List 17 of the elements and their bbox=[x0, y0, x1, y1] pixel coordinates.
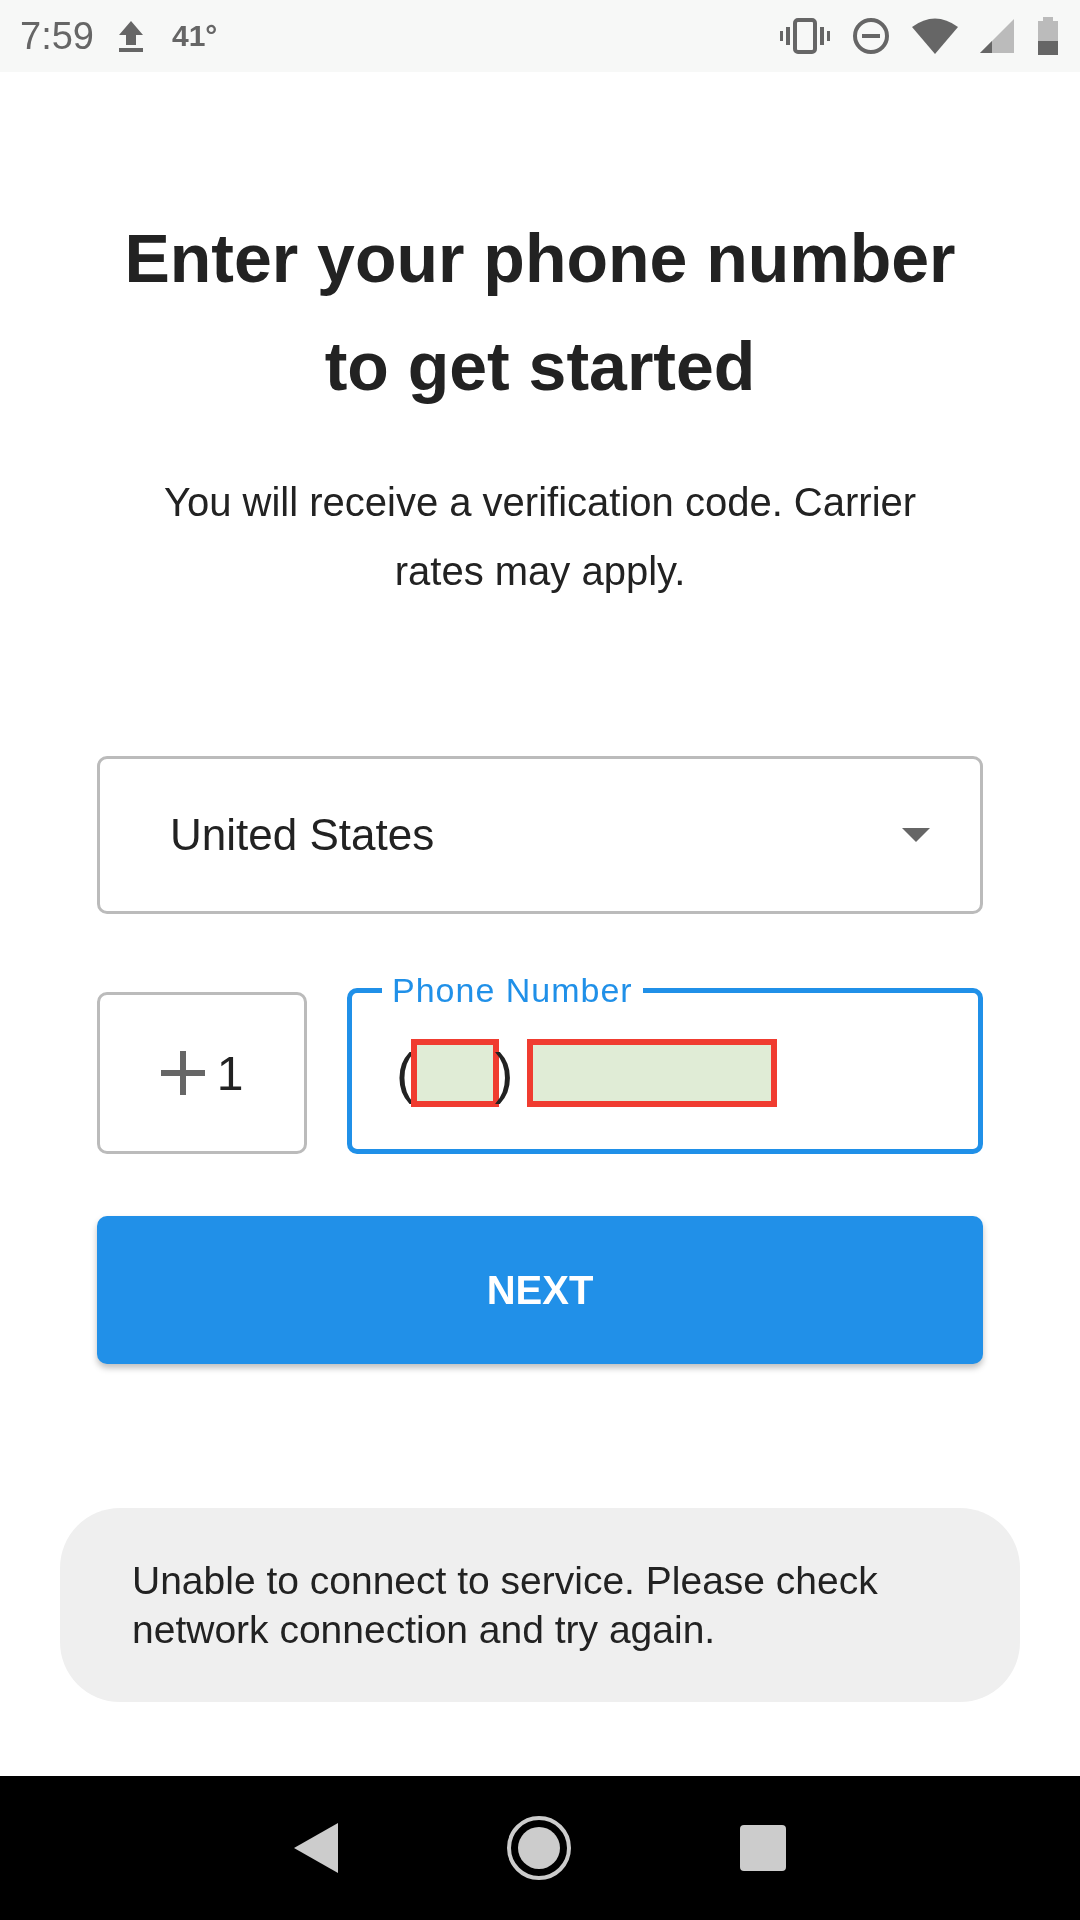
country-dropdown[interactable]: United States bbox=[97, 756, 983, 914]
subtitle: You will receive a verification code. Carrier rates may apply. bbox=[162, 479, 918, 595]
field-label: Phone Number bbox=[391, 970, 634, 1010]
battery-icon bbox=[1036, 17, 1060, 55]
vibrate-icon bbox=[780, 18, 830, 54]
dropdown-caret-icon bbox=[902, 828, 930, 842]
do-not-disturb-icon bbox=[852, 17, 890, 55]
back-icon[interactable] bbox=[294, 1823, 338, 1873]
country-code-box[interactable]: 1 bbox=[97, 992, 307, 1154]
clock: 7:59 bbox=[20, 14, 94, 58]
plus-icon bbox=[160, 1051, 205, 1095]
signal-icon bbox=[980, 19, 1014, 53]
error-message: Unable to connect to service. Please check network connection and try again. bbox=[132, 1558, 879, 1653]
wifi-icon bbox=[912, 18, 958, 54]
temperature: 41° bbox=[171, 19, 218, 53]
page-title: Enter your phone number to get started bbox=[123, 219, 957, 406]
home-icon[interactable] bbox=[506, 1815, 572, 1881]
